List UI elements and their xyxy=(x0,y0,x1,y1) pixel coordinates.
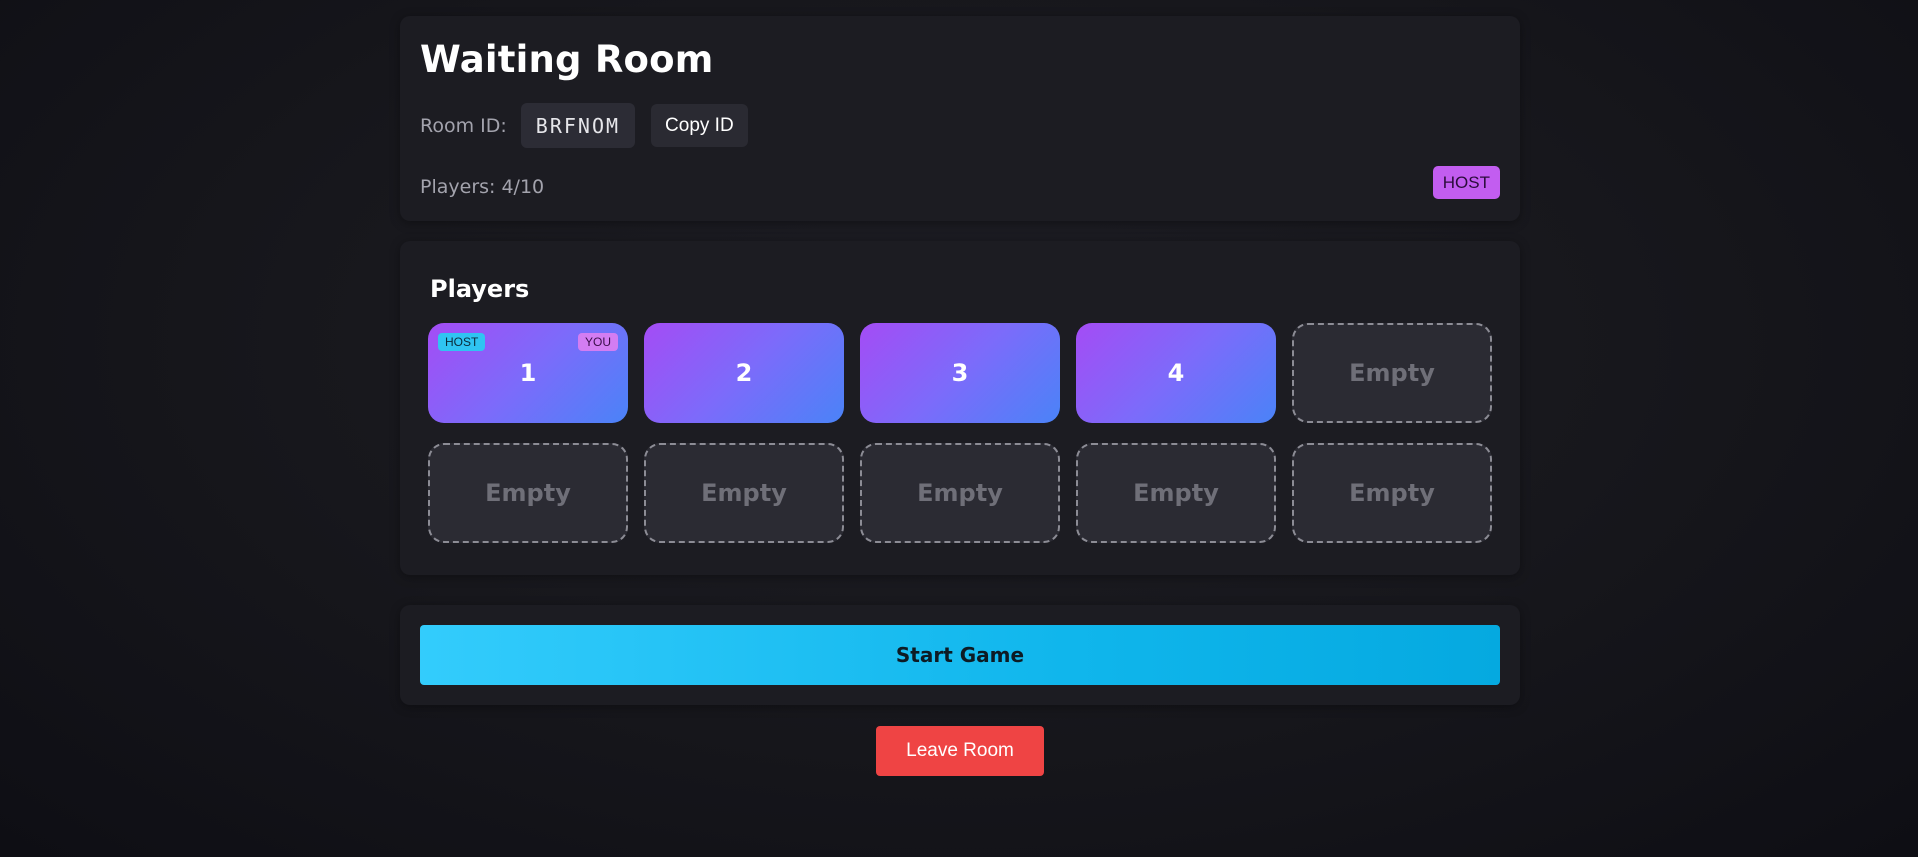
player-slot-label: 2 xyxy=(735,359,753,387)
player-slot-4: 4 xyxy=(1076,323,1276,423)
room-id-row: Room ID: BRFNOM Copy ID xyxy=(420,103,1500,148)
start-game-button[interactable]: Start Game xyxy=(420,625,1500,685)
page-title: Waiting Room xyxy=(420,38,714,81)
empty-slot-5: Empty xyxy=(1292,323,1492,423)
waiting-room-container: Waiting Room Room ID: BRFNOM Copy ID Pla… xyxy=(400,16,1520,776)
player-slot-1: HOST YOU 1 xyxy=(428,323,628,423)
players-count: Players: 4/10 xyxy=(420,176,545,198)
start-game-card: Start Game xyxy=(400,605,1520,705)
leave-room-row: Leave Room xyxy=(400,726,1520,776)
room-id-value: BRFNOM xyxy=(520,103,636,148)
empty-slot-6: Empty xyxy=(428,443,628,543)
empty-slot-10: Empty xyxy=(1292,443,1492,543)
room-header-card: Waiting Room Room ID: BRFNOM Copy ID Pla… xyxy=(400,16,1520,221)
leave-room-button[interactable]: Leave Room xyxy=(876,726,1044,776)
room-id-label: Room ID: xyxy=(420,114,507,137)
empty-slot-label: Empty xyxy=(485,479,571,507)
role-badge: HOST xyxy=(1432,166,1500,199)
empty-slot-label: Empty xyxy=(1349,479,1435,507)
empty-slot-label: Empty xyxy=(1349,359,1435,387)
empty-slot-7: Empty xyxy=(644,443,844,543)
player-slot-3: 3 xyxy=(860,323,1060,423)
players-title: Players xyxy=(430,275,530,303)
empty-slot-label: Empty xyxy=(1133,479,1219,507)
copy-id-button[interactable]: Copy ID xyxy=(651,104,748,147)
empty-slot-9: Empty xyxy=(1076,443,1276,543)
empty-slot-label: Empty xyxy=(701,479,787,507)
player-slots-grid: HOST YOU 1 2 3 4 Empty Empty Empty Empty… xyxy=(428,323,1492,543)
host-badge: HOST xyxy=(438,333,486,351)
you-badge: YOU xyxy=(577,333,618,351)
player-slot-label: 1 xyxy=(519,359,537,387)
player-slot-label: 3 xyxy=(951,359,969,387)
player-slot-2: 2 xyxy=(644,323,844,423)
empty-slot-8: Empty xyxy=(860,443,1060,543)
players-card: Players HOST YOU 1 2 3 4 Empty Empty Emp… xyxy=(400,241,1520,575)
player-slot-label: 4 xyxy=(1167,359,1185,387)
empty-slot-label: Empty xyxy=(917,479,1003,507)
